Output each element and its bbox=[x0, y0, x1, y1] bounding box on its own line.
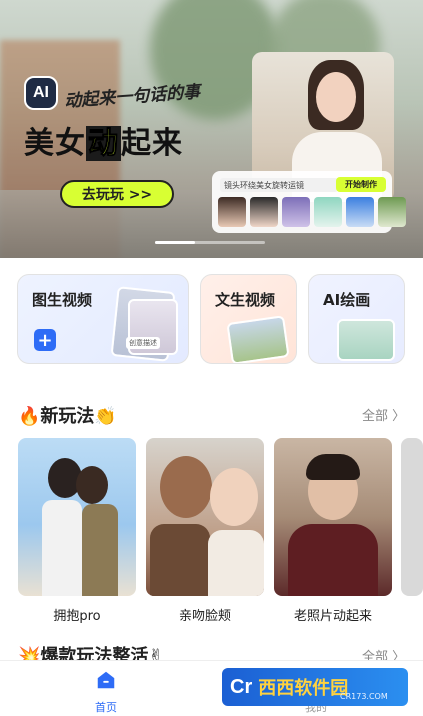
view-all-link[interactable]: 全部 〉 bbox=[362, 405, 405, 424]
figure-head bbox=[76, 466, 108, 504]
feature-label: 图生视频 bbox=[32, 291, 93, 309]
template-card-partial[interactable] bbox=[401, 438, 423, 596]
ai-painting-card[interactable]: AI绘画 bbox=[308, 274, 405, 364]
feature-label: AI绘画 bbox=[323, 291, 371, 309]
site-watermark: Cr 西西软件园 CR173.COM bbox=[222, 668, 408, 706]
image-to-video-card[interactable]: 图生视频 + 创意描述 bbox=[17, 274, 189, 364]
feature-label: 文生视频 bbox=[215, 291, 276, 309]
text-to-video-card[interactable]: 文生视频 bbox=[200, 274, 297, 364]
prompt-panel: 镜头环绕美女旋转运镜 开始制作 bbox=[212, 171, 406, 233]
watermark-url: CR173.COM bbox=[340, 692, 388, 701]
start-making-button[interactable]: 开始制作 bbox=[336, 177, 386, 192]
figure-body bbox=[42, 500, 82, 596]
banner-pager bbox=[155, 241, 265, 244]
feature-image bbox=[337, 319, 395, 361]
headline-highlight: 动 bbox=[86, 126, 121, 162]
ai-badge-icon: AI bbox=[24, 76, 58, 110]
template-card-hug[interactable] bbox=[18, 438, 136, 596]
section-title-new: 🔥新玩法👏 bbox=[18, 406, 117, 427]
thumbnail-image bbox=[282, 197, 310, 227]
prompt-thumbnails bbox=[218, 197, 406, 227]
prompt-text: 镜头环绕美女旋转运镜 bbox=[220, 178, 338, 192]
figure-hair bbox=[306, 454, 360, 480]
template-card-old-photo[interactable] bbox=[274, 438, 392, 596]
watermark-logo: Cr bbox=[230, 675, 253, 698]
thumbnail-image bbox=[218, 197, 246, 227]
feature-tag: 创意描述 bbox=[126, 337, 160, 349]
figure-body bbox=[208, 530, 264, 596]
hero-banner[interactable]: AI 动起来一句话的事 美女动起来 去玩玩 >> 镜头环绕美女旋转运镜 开始制作 bbox=[0, 0, 423, 258]
tab-home[interactable]: 首页 bbox=[76, 669, 136, 715]
thumbnail-image bbox=[250, 197, 278, 227]
pager-active-dot bbox=[155, 241, 195, 244]
template-label: 拥抱pro bbox=[53, 609, 101, 624]
headline-suffix: 起来 bbox=[121, 126, 183, 161]
headline-prefix: 美女 bbox=[24, 126, 86, 161]
home-icon bbox=[97, 671, 115, 689]
portrait-face bbox=[316, 72, 356, 122]
figure-head bbox=[210, 468, 258, 526]
figure-body bbox=[150, 524, 210, 596]
thumbnail-image bbox=[314, 197, 342, 227]
figure-body bbox=[288, 524, 378, 596]
try-it-button[interactable]: 去玩玩 >> bbox=[60, 180, 174, 208]
watermark-name: 西西软件园 bbox=[258, 678, 349, 699]
template-label: 亲吻脸颊 bbox=[178, 609, 231, 624]
thumbnail-image bbox=[378, 197, 406, 227]
template-label: 老照片动起来 bbox=[293, 609, 372, 624]
banner-headline: 美女动起来 bbox=[24, 118, 183, 162]
template-card-kiss[interactable] bbox=[146, 438, 264, 596]
figure-head bbox=[160, 456, 212, 518]
tab-label: 首页 bbox=[95, 701, 117, 714]
feature-image bbox=[226, 315, 290, 363]
thumbnail-image bbox=[346, 197, 374, 227]
figure-body bbox=[82, 504, 118, 596]
plus-icon[interactable]: + bbox=[34, 329, 56, 351]
